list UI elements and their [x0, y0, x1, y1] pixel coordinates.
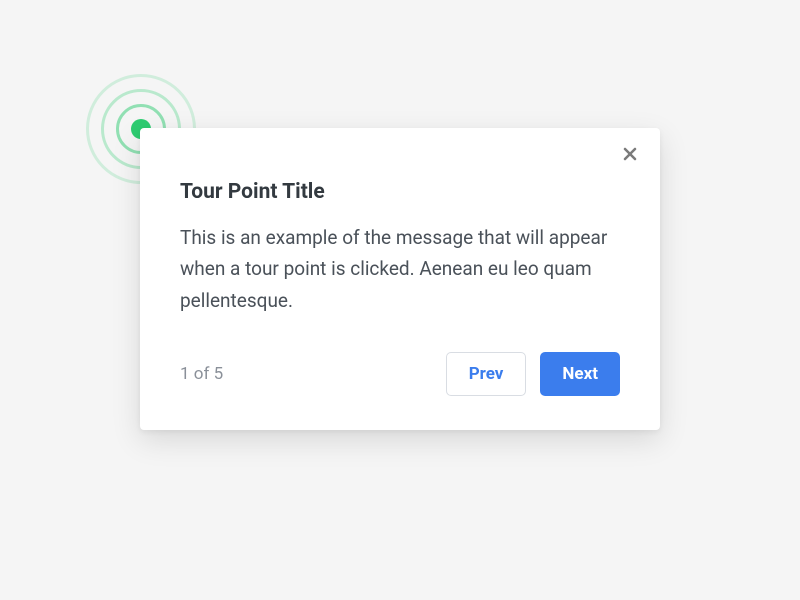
tour-popover: Tour Point Title This is an example of t… [140, 128, 660, 430]
popover-title: Tour Point Title [180, 180, 620, 204]
step-counter: 1 of 5 [180, 364, 223, 384]
close-button[interactable] [618, 144, 642, 168]
prev-button[interactable]: Prev [446, 352, 527, 396]
next-button[interactable]: Next [540, 352, 620, 396]
close-icon [622, 146, 638, 166]
button-group: Prev Next [446, 352, 620, 396]
popover-message: This is an example of the message that w… [180, 222, 620, 316]
popover-footer: 1 of 5 Prev Next [180, 352, 620, 396]
